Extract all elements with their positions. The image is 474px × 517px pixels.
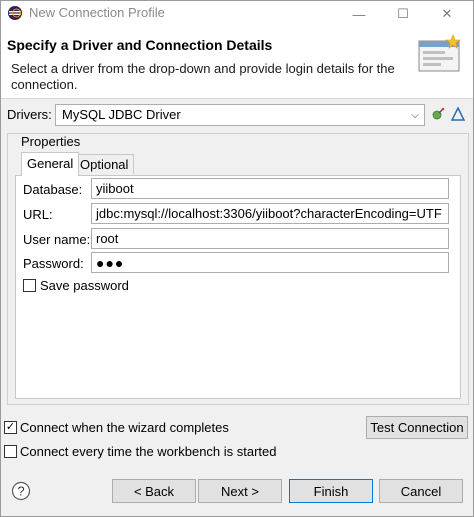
- maximize-button[interactable]: ☐: [381, 1, 425, 27]
- maximize-icon: ☐: [397, 6, 409, 21]
- edit-driver-icon[interactable]: [431, 107, 445, 121]
- connect-every-time-label: Connect every time the workbench is star…: [20, 444, 277, 459]
- test-connection-button[interactable]: Test Connection: [366, 416, 468, 439]
- new-driver-definition-icon[interactable]: [451, 107, 465, 121]
- connect-every-time-checkbox[interactable]: [4, 445, 17, 458]
- connection-wizard-icon: [418, 34, 461, 72]
- finish-button[interactable]: Finish: [289, 479, 373, 503]
- minimize-icon: —: [352, 6, 366, 22]
- drivers-label: Drivers:: [7, 107, 52, 122]
- username-label: User name:: [23, 232, 91, 247]
- wizard-header: Specify a Driver and Connection Details …: [1, 27, 473, 99]
- password-label: Password:: [23, 256, 84, 271]
- svg-text:?: ?: [17, 484, 24, 499]
- database-label: Database:: [23, 182, 83, 197]
- back-button[interactable]: < Back: [112, 479, 196, 503]
- tab-optional[interactable]: Optional: [74, 154, 135, 174]
- help-icon[interactable]: ?: [11, 481, 31, 501]
- chevron-down-icon[interactable]: ⌵: [406, 105, 424, 125]
- tab-optional-label: Optional: [80, 157, 129, 172]
- new-connection-profile-dialog: New Connection Profile — ☐ ✕ Specify a D…: [0, 0, 474, 517]
- title-bar: New Connection Profile — ☐ ✕: [1, 1, 473, 27]
- url-label: URL:: [23, 207, 53, 222]
- cancel-button[interactable]: Cancel: [379, 479, 463, 503]
- tab-general[interactable]: General: [21, 152, 80, 176]
- properties-label: Properties: [19, 134, 83, 149]
- drivers-dropdown[interactable]: MySQL JDBC Driver: [55, 104, 425, 126]
- page-title: Specify a Driver and Connection Details: [7, 37, 273, 53]
- connect-when-completes-checkbox[interactable]: ✓: [4, 421, 17, 434]
- page-description: Select a driver from the drop-down and p…: [11, 61, 395, 92]
- save-password-label: Save password: [40, 278, 129, 293]
- close-icon: ✕: [441, 6, 453, 21]
- connect-when-completes-label: Connect when the wizard completes: [20, 420, 229, 435]
- window-title: New Connection Profile: [29, 5, 165, 20]
- username-field[interactable]: root: [91, 228, 449, 249]
- close-button[interactable]: ✕: [425, 1, 469, 27]
- tab-general-label: General: [27, 156, 74, 171]
- save-password-checkbox[interactable]: [23, 279, 36, 292]
- database-field[interactable]: yiiboot: [91, 178, 449, 199]
- minimize-button[interactable]: —: [337, 1, 381, 27]
- checkmark-icon: ✓: [5, 421, 16, 433]
- password-field[interactable]: ●●●: [91, 252, 449, 273]
- eclipse-app-icon: [8, 6, 22, 20]
- drivers-selected-value: MySQL JDBC Driver: [62, 107, 181, 122]
- next-button[interactable]: Next >: [198, 479, 282, 503]
- url-field[interactable]: jdbc:mysql://localhost:3306/yiiboot?char…: [91, 203, 449, 224]
